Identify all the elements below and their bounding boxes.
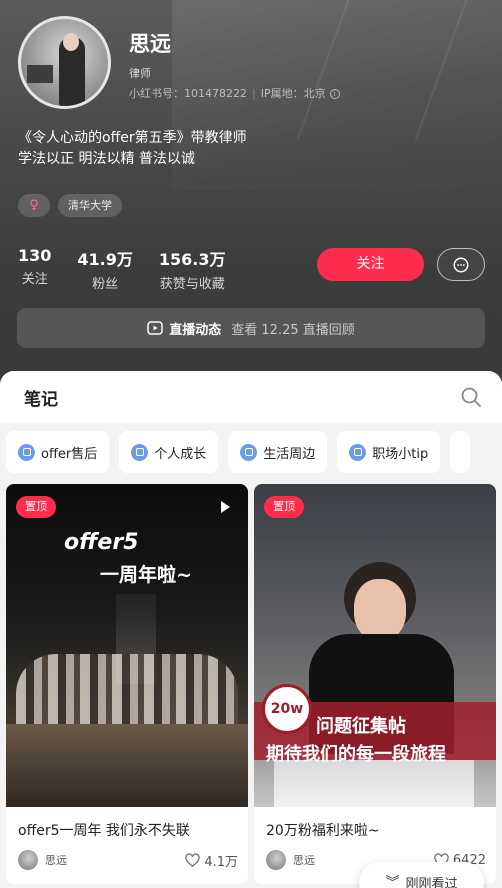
note-card[interactable]: 问题征集帖 期待我们的每一段旅程 20w 置顶 20万粉福利来啦~ 思远 642… bbox=[254, 484, 496, 884]
fans-badge: 20w bbox=[262, 684, 312, 734]
tag-school[interactable]: 清华大学 bbox=[58, 194, 122, 217]
follow-button[interactable]: 关注 bbox=[317, 248, 424, 281]
double-chevron-down-icon: ︾ bbox=[385, 875, 400, 888]
note-cover: offer5 一周年啦~ bbox=[6, 484, 248, 807]
profile-header: 思远 律师 小红书号：101478222 | IP属地：北京 i 《令人心动的offe… bbox=[0, 0, 502, 392]
chip-growth[interactable]: 个人成长 bbox=[119, 431, 219, 473]
recently-viewed-button[interactable]: ︾ 刚刚看过 bbox=[359, 862, 484, 888]
live-replay-bar[interactable]: 直播动态 查看 12.25 直播回顾 bbox=[17, 308, 485, 348]
chip-workplace[interactable]: 职场小tip bbox=[337, 431, 441, 473]
profile-name: 思远 bbox=[129, 32, 171, 56]
collection-icon bbox=[131, 443, 149, 461]
profile-stats: 130 关注 41.9万 粉丝 156.3万 获赞与收藏 bbox=[18, 246, 252, 292]
chip-offer[interactable]: offer售后 bbox=[6, 431, 110, 473]
message-button[interactable] bbox=[437, 248, 485, 281]
heart-icon bbox=[185, 852, 200, 867]
profile-tags: ♀ 清华大学 bbox=[18, 194, 122, 217]
female-icon: ♀ bbox=[18, 194, 50, 217]
chip-more[interactable] bbox=[450, 431, 471, 473]
search-icon[interactable] bbox=[460, 386, 482, 408]
stat-likes-collects[interactable]: 156.3万 获赞与收藏 bbox=[159, 246, 226, 292]
note-cover: 问题征集帖 期待我们的每一段旅程 bbox=[254, 484, 496, 807]
ip-location: IP属地：北京 bbox=[260, 87, 326, 100]
video-icon bbox=[147, 321, 163, 335]
info-icon[interactable]: i bbox=[329, 89, 340, 99]
stat-followers[interactable]: 41.9万 粉丝 bbox=[77, 246, 132, 292]
author-name: 思远 bbox=[45, 854, 67, 867]
collection-icon bbox=[349, 443, 367, 461]
play-icon bbox=[221, 501, 230, 513]
note-meta: 思远 4.1万 bbox=[18, 850, 238, 870]
note-card[interactable]: offer5 一周年啦~ 置顶 offer5一周年 我们永不失联 思远 4.1万 bbox=[6, 484, 248, 884]
profile-role: 律师 bbox=[129, 67, 151, 80]
author-name: 思远 bbox=[293, 854, 315, 867]
notes-grid: offer5 一周年啦~ 置顶 offer5一周年 我们永不失联 思远 4.1万 bbox=[6, 484, 496, 884]
like-button[interactable]: 4.1万 bbox=[185, 851, 238, 870]
user-id: 小红书号：101478222 bbox=[129, 87, 247, 100]
tab-notes[interactable]: 笔记 bbox=[24, 385, 58, 410]
note-title: 20万粉福利来啦~ bbox=[266, 823, 380, 839]
collection-chips: offer售后 个人成长 生活周边 职场小tip bbox=[0, 431, 502, 473]
notes-sheet: 笔记 offer售后 个人成长 生活周边 职场小tip offer5 一周年啦~… bbox=[0, 371, 502, 888]
profile-id-line: 小红书号：101478222 | IP属地：北京 i bbox=[129, 85, 340, 101]
chat-icon bbox=[453, 257, 469, 272]
pinned-badge: 置顶 bbox=[16, 496, 56, 518]
author-avatar bbox=[18, 850, 38, 870]
collection-icon bbox=[240, 443, 258, 461]
notes-header: 笔记 bbox=[0, 371, 502, 423]
note-title: offer5一周年 我们永不失联 bbox=[18, 823, 190, 839]
chip-life[interactable]: 生活周边 bbox=[228, 431, 328, 473]
stat-following[interactable]: 130 关注 bbox=[18, 246, 51, 292]
profile-bio: 《令人心动的offer第五季》带教律师 学法以正 明法以精 普法以诚 bbox=[18, 130, 247, 167]
avatar[interactable] bbox=[18, 16, 111, 109]
collection-icon bbox=[18, 443, 35, 461]
author-avatar bbox=[266, 850, 286, 870]
pinned-badge: 置顶 bbox=[264, 496, 304, 518]
